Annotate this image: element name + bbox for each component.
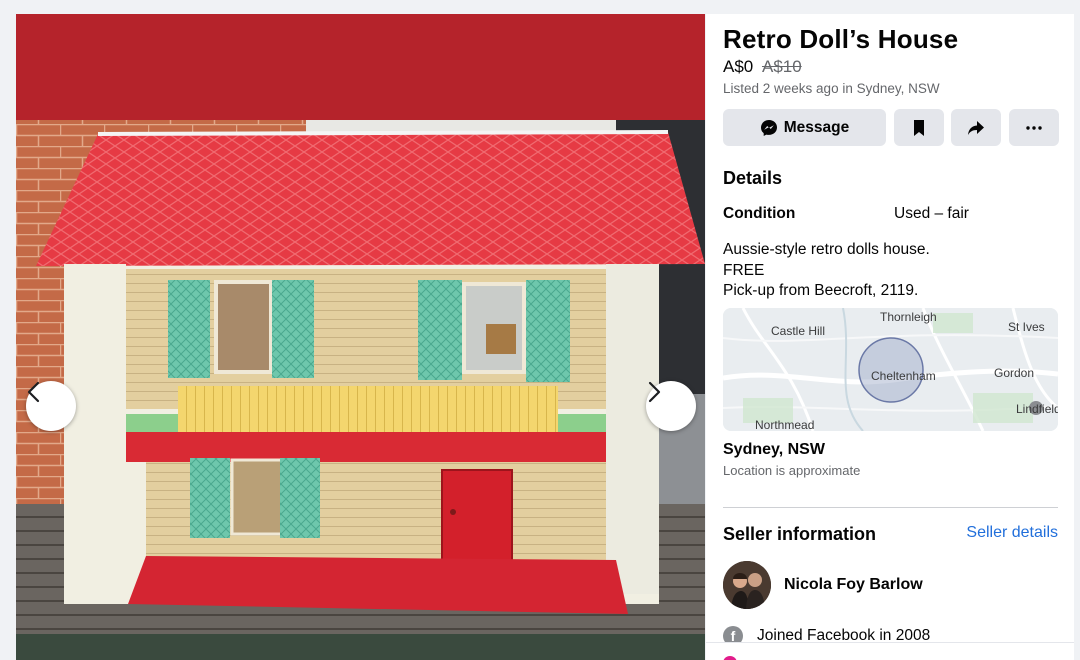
divider — [723, 507, 1058, 508]
original-price: A$10 — [761, 57, 802, 76]
listing-price: A$0 — [723, 57, 754, 76]
listing-photo-viewer — [16, 14, 705, 660]
listing-photo — [16, 14, 705, 660]
condition-value: Used – fair — [894, 205, 969, 222]
bottom-bar — [706, 642, 1074, 660]
price-row: A$0 A$10 — [723, 57, 802, 77]
share-button[interactable] — [951, 109, 1001, 146]
map-label-northmead: Northmead — [755, 418, 815, 431]
save-button[interactable] — [894, 109, 944, 146]
description-line: FREE — [723, 261, 765, 279]
details-heading: Details — [723, 168, 783, 188]
bookmark-icon — [914, 119, 924, 136]
message-button[interactable]: Message — [723, 109, 886, 146]
messenger-icon — [760, 119, 777, 136]
previous-photo-button[interactable] — [26, 381, 76, 431]
map-label-st-ives: St Ives — [1008, 320, 1045, 334]
description-line: Aussie-style retro dolls house. — [723, 241, 930, 258]
listed-info: Listed 2 weeks ago in Sydney, NSW — [723, 81, 940, 96]
location-map[interactable]: Castle Hill Thornleigh St Ives Cheltenha… — [723, 308, 1058, 431]
map-label-gordon: Gordon — [994, 366, 1035, 380]
seller-heading: Seller information — [723, 524, 877, 544]
message-button-label: Message — [783, 118, 850, 136]
map-label-thornleigh: Thornleigh — [880, 310, 937, 324]
location-name: Sydney, NSW — [723, 441, 825, 458]
map-label-castle-hill: Castle Hill — [771, 324, 826, 338]
next-photo-button[interactable] — [646, 381, 696, 431]
share-icon — [968, 120, 984, 135]
map-label-cheltenham: Cheltenham — [871, 369, 936, 383]
description-line: Pick-up from Beecroft, 2119. — [723, 282, 919, 299]
condition-label: Condition — [723, 205, 796, 222]
more-icon — [1026, 125, 1042, 130]
listing-title: Retro Doll’s House — [723, 24, 959, 54]
listing-details-panel: Retro Doll’s House A$0 A$10 Listed 2 wee… — [706, 14, 1074, 660]
notification-dot-icon — [723, 656, 737, 660]
seller-photo — [723, 561, 771, 609]
chevron-right-icon — [648, 381, 661, 403]
chevron-left-icon — [27, 381, 40, 403]
location-note: Location is approximate — [723, 463, 861, 478]
listing-description: Aussie-style retro dolls house. FREE Pic… — [723, 240, 930, 302]
seller-details-link[interactable]: Seller details — [966, 524, 1058, 542]
seller-name[interactable]: Nicola Foy Barlow — [784, 576, 923, 594]
map-label-lindfield: Lindfield — [1016, 402, 1058, 416]
more-options-button[interactable] — [1009, 109, 1059, 146]
avatar[interactable] — [723, 561, 771, 609]
